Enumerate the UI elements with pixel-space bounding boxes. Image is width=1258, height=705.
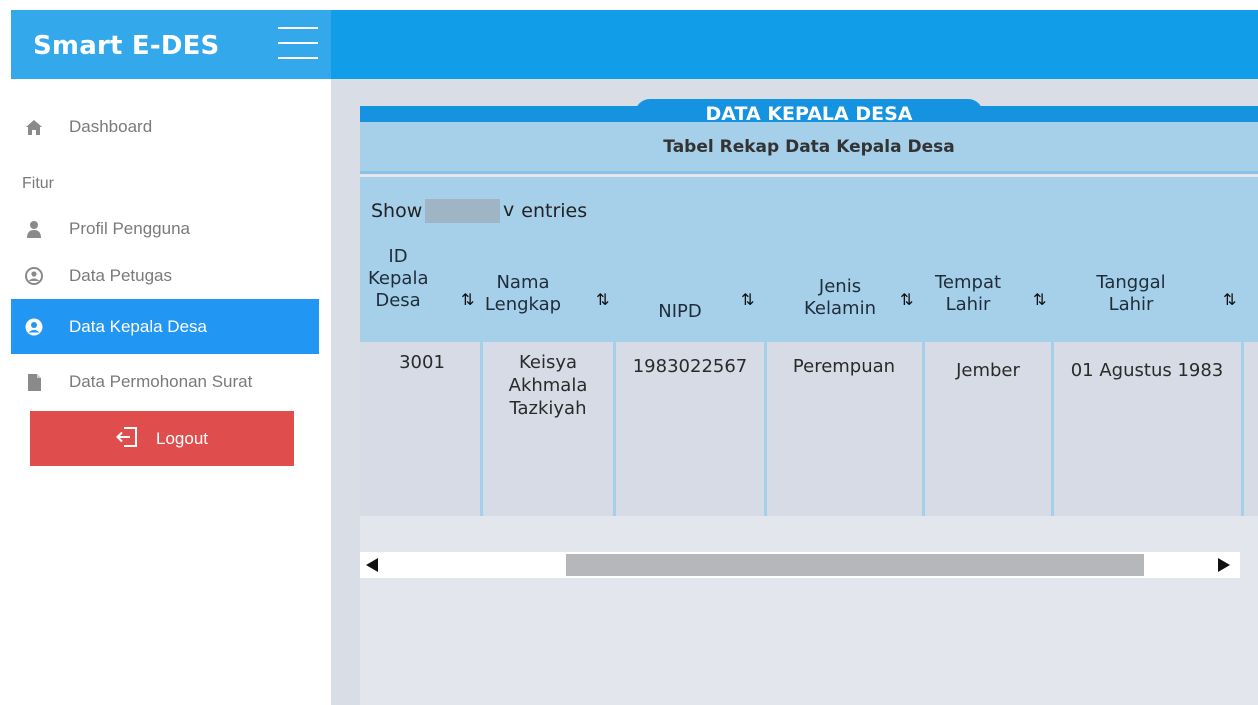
cell-line: Tazkiyah (509, 398, 587, 419)
cell-id: 3001 (399, 352, 445, 373)
cell-nama: Keisya Akhmala Tazkiyah (484, 351, 612, 420)
column-divider (480, 342, 483, 516)
column-header-nipd[interactable]: NIPD (645, 301, 715, 323)
sort-icon[interactable]: ⇅ (596, 290, 609, 309)
header-line: Lahir (945, 294, 991, 315)
sidebar-item-data-permohonan-surat[interactable]: Data Permohonan Surat (11, 357, 319, 407)
header-line: Jenis (818, 276, 862, 297)
show-prefix: Show (371, 200, 423, 222)
scroll-left-arrow-icon[interactable] (366, 558, 378, 572)
scroll-right-arrow-icon[interactable] (1218, 558, 1230, 572)
column-divider (1051, 342, 1054, 516)
header-line: Tempat (934, 272, 1002, 293)
column-header-jenis-kelamin[interactable]: Jenis Kelamin (800, 276, 880, 320)
table-caption: Tabel Rekap Data Kepala Desa (663, 136, 955, 157)
sort-icon[interactable]: ⇅ (741, 290, 754, 309)
chevron-down-icon: v (503, 199, 515, 221)
sidebar-item-label: Data Permohonan Surat (69, 372, 253, 391)
main-content: DATA KEPALA DESA Tabel Rekap Data Kepala… (331, 79, 1258, 705)
cell-nipd: 1983022567 (632, 356, 748, 377)
staff-icon (24, 266, 44, 286)
sidebar-item-label: Data Petugas (69, 266, 173, 285)
sidebar-item-profil-pengguna[interactable]: Profil Pengguna (11, 204, 319, 254)
column-header-tempat-lahir[interactable]: Tempat Lahir (932, 272, 1004, 316)
file-icon (24, 372, 44, 392)
app-title: Smart E-DES (33, 31, 220, 61)
sidebar-item-data-kepala-desa[interactable]: Data Kepala Desa (11, 299, 319, 354)
sidebar: Dashboard Fitur Profil Pengguna Data Pet… (11, 79, 331, 705)
sidebar-item-label: Data Kepala Desa (69, 316, 207, 336)
column-divider (764, 342, 767, 516)
scrollbar-thumb[interactable] (566, 554, 1144, 576)
header-line: Kelamin (804, 298, 876, 319)
cell-line: Keisya (518, 352, 578, 373)
sort-icon[interactable]: ⇅ (461, 290, 474, 309)
sidebar-item-label: Profil Pengguna (69, 219, 190, 238)
cell-line: Akhmala (508, 375, 588, 396)
show-suffix: entries (521, 200, 588, 222)
sidebar-item-label: Dashboard (69, 117, 153, 136)
entries-select[interactable]: v (425, 199, 514, 223)
column-divider (1241, 342, 1244, 516)
menu-toggle-icon[interactable] (278, 27, 318, 61)
show-entries-control: Show v entries (371, 199, 587, 223)
cell-tempat-lahir: Jember (956, 360, 1020, 381)
cell-tanggal-lahir: 01 Agustus 1983 (1070, 360, 1224, 381)
header-line: Kepala (368, 268, 429, 289)
cell-jenis-kelamin: Perempuan (792, 356, 896, 377)
header-line: ID (388, 246, 408, 267)
header-line: NIPD (658, 301, 702, 322)
column-header-nama-lengkap[interactable]: Nama Lengkap (477, 272, 569, 316)
column-header-id-kepala-desa[interactable]: ID Kepala Desa (368, 246, 428, 312)
header-line: Desa (375, 290, 421, 311)
column-header-tanggal-lahir[interactable]: Tanggal Lahir (1088, 272, 1174, 316)
data-panel: DATA KEPALA DESA Tabel Rekap Data Kepala… (360, 99, 1258, 705)
header-line: Lengkap (484, 294, 562, 315)
sort-icon[interactable]: ⇅ (900, 290, 913, 309)
home-icon (24, 117, 44, 137)
table-caption-bar: Tabel Rekap Data Kepala Desa (360, 122, 1258, 174)
sidebar-item-dashboard[interactable]: Dashboard (11, 102, 319, 152)
logout-button[interactable]: Logout (30, 411, 294, 466)
user-icon (24, 219, 44, 239)
sidebar-item-data-petugas[interactable]: Data Petugas (11, 251, 319, 301)
header-line: Tanggal (1096, 272, 1166, 293)
logout-icon (116, 426, 138, 451)
column-divider (613, 342, 616, 516)
logout-label: Logout (156, 428, 208, 448)
horizontal-scrollbar[interactable] (360, 552, 1240, 578)
user-circle-icon (24, 317, 44, 337)
sort-icon[interactable]: ⇅ (1033, 290, 1046, 309)
brand-area: Smart E-DES (11, 10, 331, 79)
sort-icon[interactable]: ⇅ (1223, 290, 1236, 309)
header-line: Lahir (1108, 294, 1154, 315)
section-label-fitur: Fitur (22, 175, 54, 192)
column-divider (922, 342, 925, 516)
header-line: Nama (496, 272, 550, 293)
